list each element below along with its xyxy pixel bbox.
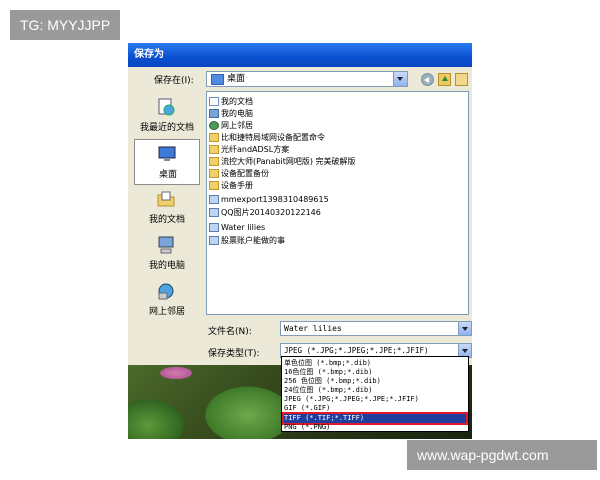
list-item[interactable]: 股票账户能做的事 [209, 235, 285, 247]
folder-icon [209, 157, 219, 166]
up-folder-button[interactable] [438, 73, 451, 86]
place-network[interactable]: 网上邻居 [134, 277, 200, 323]
file-name: 流控大师(Panabit网吧版) 完美破解版 [221, 157, 356, 166]
list-item[interactable]: Water lilies [209, 222, 265, 234]
my-documents-icon [157, 191, 175, 207]
file-name: 光纤andADSL方案 [221, 145, 290, 154]
dialog-title: 保存为 [128, 43, 472, 67]
file-list[interactable]: 我的文档 我的电脑 网上邻居 比和捷特局域网设备配置命令 光纤andADSL方案… [206, 91, 469, 315]
place-label: 网上邻居 [148, 307, 185, 317]
chevron-down-icon[interactable] [393, 72, 407, 86]
save-type-option[interactable]: JPEG (*.JPG;*.JPEG;*.JPE;*.JFIF) [284, 395, 466, 404]
place-label: 桌面 [158, 170, 177, 180]
save-type-option[interactable]: 16色位图 (*.bmp;*.dib) [284, 368, 466, 377]
list-item[interactable]: 设备手册 [209, 180, 253, 192]
image-file-icon [209, 208, 219, 217]
folder-icon [209, 145, 219, 154]
place-my-computer[interactable]: 我的电脑 [134, 231, 200, 277]
list-item[interactable]: 比和捷特局域网设备配置命令 [209, 132, 325, 144]
save-type-options[interactable]: 单色位图 (*.bmp;*.dib) 16色位图 (*.bmp;*.dib) 2… [281, 356, 469, 432]
list-item[interactable]: mmexport1398310489615 [209, 194, 329, 206]
my-computer-icon [158, 236, 174, 254]
folder-icon [209, 133, 219, 142]
back-button[interactable] [421, 73, 434, 86]
save-type-label: 保存类型(T): [208, 349, 260, 359]
network-places-icon [209, 121, 219, 130]
file-name-label: 文件名(N): [208, 327, 252, 337]
place-recent[interactable]: 我最近的文档 [134, 93, 200, 139]
watermark-bottom: www.wap-pgdwt.com [407, 440, 597, 470]
network-places-icon [158, 283, 174, 300]
desktop-folder-icon [211, 74, 224, 85]
places-bar: 我最近的文档 桌面 我的文档 我的电脑 网上邻居 [134, 93, 200, 323]
save-type-option[interactable]: PNG (*.PNG) [284, 423, 466, 432]
file-name: 我的电脑 [221, 109, 253, 118]
save-in-value: 桌面 [227, 74, 246, 84]
folder-icon [209, 181, 219, 190]
list-item[interactable]: 光纤andADSL方案 [209, 144, 289, 156]
save-type-option[interactable]: 24位位图 (*.bmp;*.dib) [284, 386, 466, 395]
new-folder-button[interactable] [455, 73, 468, 86]
file-name: 网上邻居 [221, 121, 253, 130]
place-label: 我最近的文档 [139, 123, 194, 133]
file-name: mmexport1398310489615 [221, 195, 329, 204]
place-my-documents[interactable]: 我的文档 [134, 185, 200, 231]
desktop-icon [158, 146, 176, 161]
place-desktop[interactable]: 桌面 [134, 139, 200, 185]
file-name: 我的文档 [221, 97, 253, 106]
file-name-value: Water lilies [284, 324, 342, 333]
my-documents-icon [209, 97, 219, 106]
file-name: 比和捷特局域网设备配置命令 [221, 133, 325, 142]
list-item[interactable]: 网上邻居 [209, 120, 253, 132]
save-type-option[interactable]: 单色位图 (*.bmp;*.dib) [284, 359, 466, 368]
image-file-icon [209, 223, 219, 232]
watermark-top: TG: MYYJJPP [10, 10, 121, 40]
save-in-dropdown[interactable]: 桌面 [206, 71, 408, 87]
chevron-down-icon[interactable] [458, 322, 471, 335]
save-in-label: 保存在(I): [154, 76, 194, 86]
list-item[interactable]: 我的电脑 [209, 108, 253, 120]
file-name: QQ图片20140320122146 [221, 208, 321, 217]
my-computer-icon [209, 109, 219, 118]
file-name: Water lilies [221, 223, 266, 232]
file-name: 设备配置备份 [221, 169, 269, 178]
list-item[interactable]: 设备配置备份 [209, 168, 269, 180]
place-label: 我的电脑 [148, 261, 185, 271]
list-item[interactable]: QQ图片20140320122146 [209, 207, 321, 219]
save-type-option[interactable]: 256 色位图 (*.bmp;*.dib) [284, 377, 466, 386]
place-label: 我的文档 [148, 215, 185, 225]
image-file-icon [209, 236, 219, 245]
recent-documents-icon [158, 98, 175, 116]
file-name: 股票账户能做的事 [221, 236, 285, 245]
save-type-value: JPEG (*.JPG;*.JPEG;*.JPE;*.JFIF) [284, 346, 429, 355]
list-item[interactable]: 流控大师(Panabit网吧版) 完美破解版 [209, 156, 356, 168]
save-type-option[interactable]: GIF (*.GIF) [284, 404, 466, 413]
save-type-option-selected[interactable]: TIFF (*.TIF;*.TIFF) [282, 412, 468, 425]
folder-icon [209, 169, 219, 178]
list-item[interactable]: 我的文档 [209, 96, 253, 108]
image-file-icon [209, 195, 219, 204]
file-name: 设备手册 [221, 181, 253, 190]
file-name-input[interactable]: Water lilies [280, 321, 472, 336]
